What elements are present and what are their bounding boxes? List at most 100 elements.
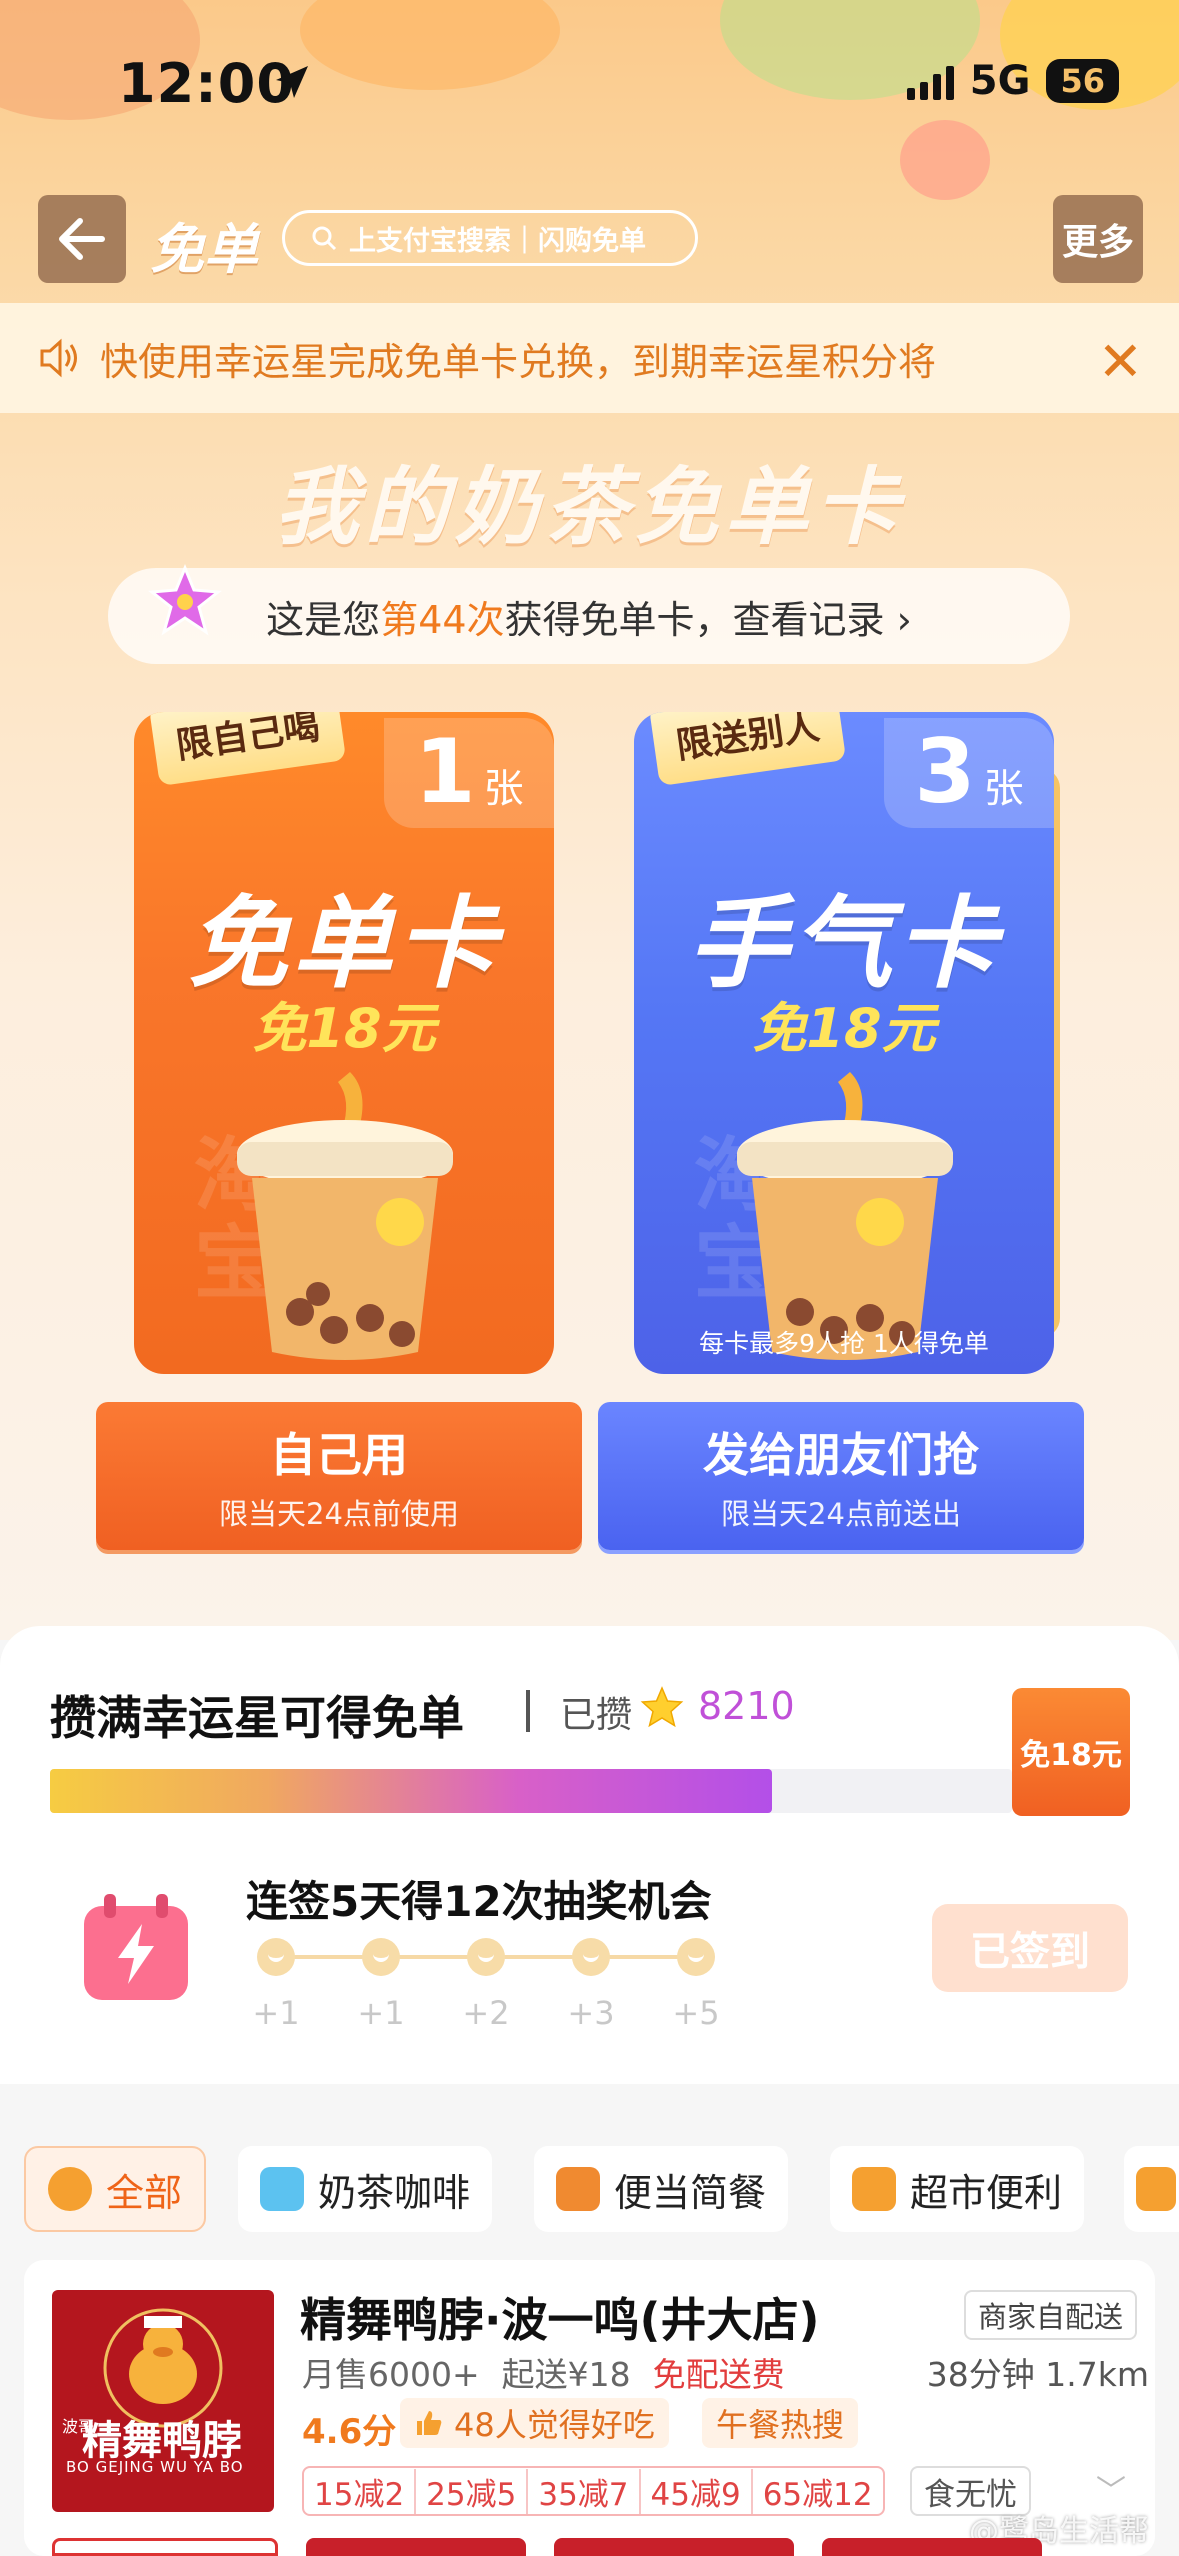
monthly-sales: 月售6000+ [302,2355,480,2394]
card-count-unit: 张 [483,766,524,812]
category-tab-tea-coffee[interactable]: 奶茶咖啡 [238,2146,493,2232]
lucky-got-label: 已攒 [560,1695,633,1736]
button-subtitle: 限当天24点前送出 [721,1497,961,1531]
close-icon[interactable]: ✕ [1098,330,1143,393]
next-list-preview [52,2538,1132,2556]
hot-badge: 午餐热搜 [702,2398,859,2448]
battery-indicator: 56 [1046,59,1119,103]
category-label: 便当简餐 [614,2170,767,2215]
count-highlight: 第44次 [380,597,505,642]
lucky-card[interactable]: 3张 手气卡 免18元 淘 闪宝 购 每卡最多9人抢 1人得免单 限送别人 [634,712,1054,1374]
store-icon [852,2167,896,2211]
magic-wand-icon [140,560,230,650]
milk-tea-cup-icon [737,1072,953,1360]
signin-step-label: +5 [672,1994,720,2032]
category-tab-more[interactable] [1124,2146,1179,2232]
card-count-number: 3 [914,720,976,823]
signin-step-label: +1 [357,1994,405,2032]
delivery-eta: 38分钟 1.7km [926,2355,1149,2394]
signed-in-button[interactable]: 已签到 [932,1904,1128,1992]
notice-text: 快使用幸运星完成免单卡兑换，到期幸运星积分将 [100,339,937,384]
card-tag: 限自己喝 [148,712,347,786]
signin-step-dot [362,1938,400,1976]
hero-title: 我的奶茶免单卡 [274,458,905,556]
notice-bar: 快使用幸运星完成免单卡兑换，到期幸运星积分将 [0,303,1179,413]
free-delivery: 免配送费 [652,2355,785,2394]
logo-subtext: BO GEJING WU YA BO [66,2458,244,2476]
count-prefix: 这是您 [266,597,381,642]
shop-meta: 月售6000+ 起送¥18 免配送费 [302,2348,785,2396]
category-label: 全部 [106,2170,183,2215]
button-subtitle: 限当天24点前使用 [219,1497,459,1531]
card-count: 3张 [884,718,1054,828]
thumbs-up-icon [417,2411,442,2435]
shop-score: 4.6分 [302,2412,397,2452]
discount-item: 35减7 [528,2468,641,2514]
category-tab-supermarket[interactable]: 超市便利 [830,2146,1085,2232]
card-count: 1张 [384,718,554,828]
lucky-value: 8210 [698,1684,795,1728]
shop-logo: 波哥 精舞鸭脖 BO GEJING WU YA BO [52,2290,274,2512]
count-suffix: 获得免单卡，查看记录 › [504,597,912,642]
drink-icon [260,2167,304,2211]
category-label: 奶茶咖啡 [318,2170,471,2215]
signin-step-dot [677,1938,715,1976]
discount-item: 15减2 [304,2468,417,2514]
signin-step-dot [467,1938,505,1976]
status-time: 12:00 [118,52,295,115]
signin-step-dot [572,1938,610,1976]
history-link[interactable]: 这是您 第44次 获得免单卡，查看记录 › [108,568,1070,664]
signin-step-label: +3 [567,1994,615,2032]
bowl-icon [48,2167,92,2211]
button-title: 自己用 [270,1428,408,1482]
search-placeholder: 上支付宝搜索｜闪购免单 [349,225,646,257]
lucky-title: 攒满幸运星可得免单 [50,1691,464,1745]
card-count-number: 1 [414,720,476,823]
back-button[interactable] [38,195,126,283]
star-icon [640,1686,684,1730]
milk-tea-cup-icon [237,1072,453,1360]
progress-fill [50,1769,772,1813]
signin-step-label: +1 [252,1994,300,2032]
page-title: 免单 [150,218,258,281]
bento-icon [556,2167,600,2211]
signin-step-dot [257,1938,295,1976]
card-footer: 每卡最多9人抢 1人得免单 [699,1329,989,1358]
button-title: 发给朋友们抢 [703,1428,979,1482]
discount-list: 15减2 25减5 35减7 45减9 65减12 [302,2466,885,2516]
more-button[interactable]: 更多 [1053,195,1143,283]
card-discount: 免18元 [252,997,436,1060]
discount-item: 45减9 [641,2468,753,2514]
signal-icon [906,62,954,100]
discount-item: 25减5 [416,2468,529,2514]
arrow-left-icon [59,218,105,260]
signin-step-label: +2 [462,1994,510,2032]
min-order: 起送¥18 [501,2355,631,2394]
speaker-icon [40,338,77,378]
progress-reward-badge: 免18元 [1012,1688,1130,1816]
likes-badge: 48人觉得好吃 [400,2398,669,2448]
shop-name[interactable]: 精舞鸭脖·波一鸣(井大店) [300,2284,820,2350]
search-bar[interactable]: 上支付宝搜索｜闪购免单 [282,210,698,266]
calendar-lightning-icon [78,1890,194,2006]
send-friends-button[interactable]: 发给朋友们抢 限当天24点前送出 [598,1402,1084,1550]
chevron-down-icon[interactable]: ﹀ [1096,2466,1126,2510]
likes-text: 48人觉得好吃 [454,2406,655,2444]
location-arrow-icon [272,62,312,106]
food-icon [1136,2167,1176,2211]
card-tag: 限送别人 [648,712,847,786]
search-icon [312,226,337,251]
card-discount: 免18元 [752,997,936,1060]
status-right: 5G 56 [906,58,1119,104]
card-count-unit: 张 [983,766,1024,812]
use-self-button[interactable]: 自己用 限当天24点前使用 [96,1402,582,1550]
delivery-tag: 商家自配送 [964,2290,1138,2340]
category-tab-bento[interactable]: 便当简餐 [534,2146,789,2232]
category-tab-all[interactable]: 全部 [24,2146,207,2232]
discount-item: 65减12 [762,2476,873,2513]
signin-title: 连签5天得12次抽奖机会 [246,1877,712,1926]
network-type: 5G [969,58,1031,104]
divider [526,1690,530,1732]
free-order-card[interactable]: 1张 免单卡 免18元 淘 闪宝 购 限自己喝 [134,712,554,1374]
category-label: 超市便利 [910,2170,1063,2215]
